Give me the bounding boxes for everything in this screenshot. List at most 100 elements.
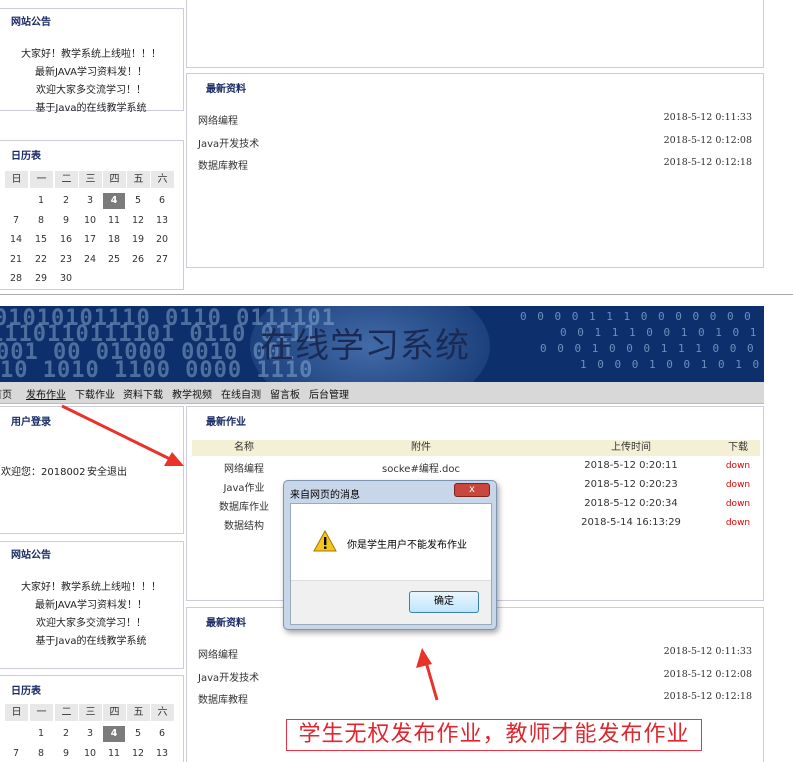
calendar-weekday: 日 bbox=[5, 704, 28, 721]
calendar-day: 26 bbox=[131, 253, 145, 265]
nav-publish-homework[interactable]: 发布作业 bbox=[26, 386, 66, 401]
top-calendar-panel: 日历表 日一二三四五六 1 2 3 4 5 6 7 8 9 10 11 12 13 14 15 16 17 18 19… bbox=[0, 140, 184, 290]
homework-down-link[interactable]: down bbox=[716, 480, 760, 490]
calendar-weekday: 二 bbox=[55, 171, 78, 188]
calendar-weekday: 二 bbox=[55, 704, 78, 721]
top-notice-line: 最新JAVA学习资料发！！ bbox=[34, 67, 148, 78]
notice-line: 欢迎大家多交流学习！！ bbox=[36, 618, 146, 629]
calendar-day: 6 bbox=[158, 195, 166, 206]
notice-line: 最新JAVA学习资料发！！ bbox=[34, 600, 148, 611]
calendar-day: 17 bbox=[83, 234, 97, 245]
resource-link[interactable]: 数据库教程 bbox=[198, 691, 248, 706]
resource-time: 2018-5-12 0:12:08 bbox=[663, 669, 752, 680]
calendar-day: 13 bbox=[155, 747, 169, 759]
site-banner: 01010101110 0110 0111101 1110110111101 0… bbox=[0, 306, 764, 382]
calendar-day: 13 bbox=[155, 214, 169, 226]
calendar-day: 22 bbox=[34, 253, 48, 265]
calendar-day: 12 bbox=[131, 747, 145, 759]
calendar-day: 19 bbox=[131, 234, 145, 245]
notice-panel: 网站公告 大家好！教学系统上线啦！！！ 最新JAVA学习资料发！！ 欢迎大家多交… bbox=[0, 541, 184, 669]
calendar-day: 7 bbox=[12, 747, 20, 759]
calendar-panel: 日历表 日一二三四五六 1 2 3 4 5 6 7 8 9 10 11 12 13 bbox=[0, 675, 184, 762]
calendar-day: 30 bbox=[59, 273, 73, 284]
top-resources-panel: 最新资料 网络编程 2018-5-12 0:11:33 Java开发技术 201… bbox=[186, 73, 764, 268]
ok-button[interactable]: 确定 bbox=[409, 591, 479, 613]
calendar-weekday: 六 bbox=[151, 704, 174, 721]
top-resources-title: 最新资料 bbox=[206, 84, 246, 95]
top-notice-line: 欢迎大家多交流学习！！ bbox=[36, 85, 146, 96]
nav-admin[interactable]: 后台管理 bbox=[309, 386, 349, 401]
homework-time: 2018-5-12 0:20:23 bbox=[584, 479, 678, 490]
calendar-weekday: 四 bbox=[103, 704, 126, 721]
calendar-day: 5 bbox=[134, 728, 142, 739]
calendar-day: 7 bbox=[12, 214, 20, 226]
screenshot-stage: 网站公告 大家好！教学系统上线啦！！！ 最新JAVA学习资料发！！ 欢迎大家多交… bbox=[0, 0, 793, 762]
homework-down-link[interactable]: down bbox=[716, 499, 760, 509]
resource-link[interactable]: Java开发技术 bbox=[198, 135, 259, 150]
dialog-footer: 确定 bbox=[291, 580, 491, 624]
calendar-today: 4 bbox=[103, 726, 125, 742]
homework-name: Java作业 bbox=[223, 483, 265, 494]
site-title: 在线学习系统 bbox=[260, 326, 470, 366]
homework-time: 2018-5-12 0:20:34 bbox=[584, 498, 678, 509]
calendar-day: 25 bbox=[107, 253, 121, 265]
login-panel: 用户登录 欢迎您：2018002 安全退出 bbox=[0, 406, 184, 534]
calendar-weekday: 一 bbox=[30, 171, 53, 188]
banner-binary-art: 0 0 0 0 1 1 1 0 0 0 0 0 0 0 bbox=[520, 310, 753, 323]
nav-home[interactable]: 首页 bbox=[0, 386, 12, 401]
dialog-title: 来自网页的消息 bbox=[290, 490, 360, 501]
homework-down-link[interactable]: down bbox=[716, 461, 760, 471]
calendar-day: 1 bbox=[37, 195, 45, 206]
calendar-day: 12 bbox=[131, 214, 145, 226]
calendar-day: 27 bbox=[155, 253, 169, 265]
calendar-day: 20 bbox=[155, 234, 169, 245]
homework-time: 2018-5-14 16:13:29 bbox=[581, 517, 681, 528]
page-divider bbox=[0, 294, 793, 295]
top-notice-title: 网站公告 bbox=[11, 17, 51, 28]
calendar-day: 11 bbox=[107, 747, 121, 759]
calendar-day: 2 bbox=[62, 728, 70, 739]
resource-link[interactable]: Java开发技术 bbox=[198, 669, 259, 684]
calendar-weekday: 五 bbox=[127, 171, 150, 188]
nav-download-homework[interactable]: 下载作业 bbox=[75, 386, 115, 401]
calendar-day: 18 bbox=[107, 234, 121, 245]
calendar-today: 4 bbox=[103, 193, 125, 209]
nav-resource-download[interactable]: 资料下载 bbox=[123, 386, 163, 401]
calendar-day: 8 bbox=[37, 747, 45, 759]
resource-link[interactable]: 网络编程 bbox=[198, 646, 238, 661]
calendar-day: 2 bbox=[62, 195, 70, 206]
logout-link[interactable]: 安全退出 bbox=[87, 463, 127, 478]
nav-message-board[interactable]: 留言板 bbox=[270, 386, 300, 401]
login-title: 用户登录 bbox=[11, 417, 51, 428]
calendar-weekday: 三 bbox=[79, 704, 102, 721]
nav-online-test[interactable]: 在线自测 bbox=[221, 386, 261, 401]
calendar-weekday: 五 bbox=[127, 704, 150, 721]
top-notice-line: 基于Java的在线教学系统 bbox=[35, 103, 147, 114]
homework-name: 网络编程 bbox=[224, 464, 264, 475]
resource-link[interactable]: 网络编程 bbox=[198, 112, 238, 127]
homework-file[interactable]: socke#编程.doc bbox=[296, 460, 546, 475]
calendar-title: 日历表 bbox=[11, 686, 41, 697]
calendar-day: 16 bbox=[59, 234, 73, 245]
resource-time: 2018-5-12 0:12:08 bbox=[663, 135, 752, 146]
homework-name: 数据库作业 bbox=[219, 502, 269, 513]
alert-dialog: 来自网页的消息 x 你是学生用户不能发布作业 确定 bbox=[283, 480, 497, 630]
calendar-day: 3 bbox=[86, 728, 94, 739]
calendar-day: 11 bbox=[107, 214, 121, 226]
homework-header-name: 名称 bbox=[192, 440, 296, 456]
dialog-close-button[interactable]: x bbox=[454, 483, 490, 497]
homework-down-link[interactable]: down bbox=[716, 518, 760, 528]
nav-teaching-video[interactable]: 教学视频 bbox=[172, 386, 212, 401]
calendar-day: 9 bbox=[62, 214, 70, 226]
warning-icon bbox=[313, 530, 337, 552]
calendar-day: 10 bbox=[83, 214, 97, 226]
notice-title: 网站公告 bbox=[11, 550, 51, 561]
calendar-weekday: 六 bbox=[151, 171, 174, 188]
homework-time: 2018-5-12 0:20:11 bbox=[584, 460, 678, 471]
homework-header-file: 附件 bbox=[296, 440, 546, 456]
calendar-day: 10 bbox=[83, 747, 97, 759]
resource-link[interactable]: 数据库教程 bbox=[198, 157, 248, 172]
top-calendar-title: 日历表 bbox=[11, 151, 41, 162]
calendar-day: 1 bbox=[37, 728, 45, 739]
resource-time: 2018-5-12 0:12:18 bbox=[663, 157, 752, 168]
